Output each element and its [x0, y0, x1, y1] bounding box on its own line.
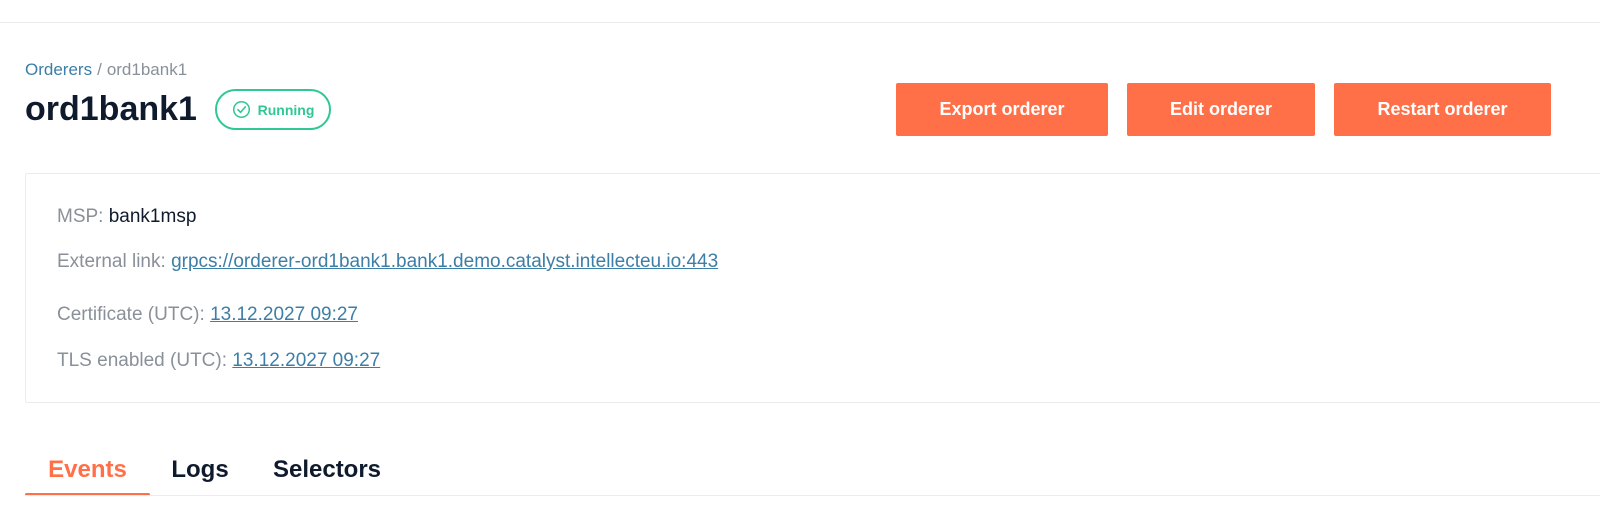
top-divider	[0, 22, 1600, 23]
breadcrumb-current: ord1bank1	[106, 60, 188, 79]
external-link-row: External link: grpcs://orderer-ord1bank1…	[57, 250, 718, 274]
tab-events[interactable]: Events	[25, 448, 150, 496]
tab-bar: Events Logs Selectors	[25, 448, 1600, 496]
tabs-divider	[25, 495, 1600, 496]
msp-label: MSP:	[57, 206, 104, 227]
certificate-label: Certificate (UTC):	[57, 304, 205, 325]
certificate-row: Certificate (UTC): 13.12.2027 09:27	[57, 303, 358, 327]
msp-row: MSP: bank1msp	[57, 205, 196, 229]
breadcrumb-link-orderers[interactable]: Orderers	[25, 60, 92, 79]
export-orderer-button[interactable]: Export orderer	[896, 83, 1108, 136]
tls-date-link[interactable]: 13.12.2027 09:27	[232, 350, 380, 371]
restart-orderer-button[interactable]: Restart orderer	[1334, 83, 1551, 136]
external-link[interactable]: grpcs://orderer-ord1bank1.bank1.demo.cat…	[171, 251, 718, 272]
tab-selectors[interactable]: Selectors	[273, 448, 381, 496]
orderer-details-card: MSP: bank1msp External link: grpcs://ord…	[25, 173, 1600, 403]
page-title: ord1bank1	[25, 90, 197, 128]
check-circle-icon	[232, 100, 250, 119]
tab-logs[interactable]: Logs	[171, 448, 228, 496]
tls-label: TLS enabled (UTC):	[57, 350, 228, 371]
status-label: Running	[257, 101, 315, 118]
external-link-label: External link:	[57, 251, 166, 272]
status-badge: Running	[215, 89, 331, 130]
msp-value: bank1msp	[108, 206, 197, 227]
certificate-date-link[interactable]: 13.12.2027 09:27	[210, 304, 358, 325]
breadcrumb-separator: /	[97, 60, 102, 79]
edit-orderer-button[interactable]: Edit orderer	[1127, 83, 1315, 136]
breadcrumb: Orderers / ord1bank1	[25, 60, 187, 80]
tls-row: TLS enabled (UTC): 13.12.2027 09:27	[57, 349, 380, 373]
